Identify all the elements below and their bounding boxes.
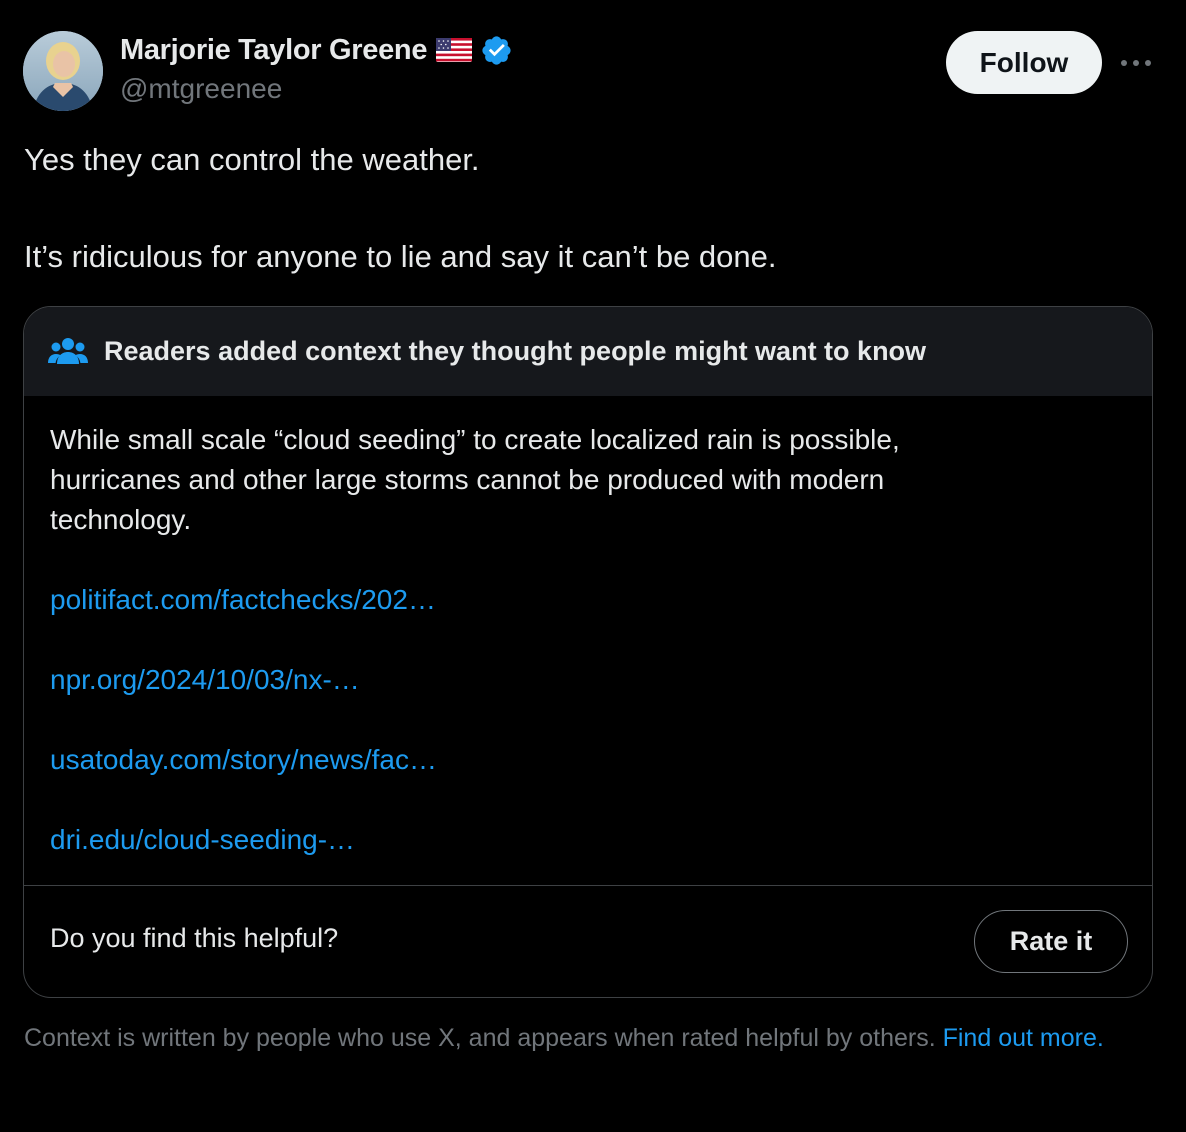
more-horizontal-icon (1121, 60, 1151, 66)
rate-it-button[interactable]: Rate it (974, 910, 1128, 973)
community-note-card: Readers added context they thought peopl… (23, 306, 1153, 998)
avatar[interactable] (23, 31, 103, 111)
tweet: Marjorie Taylor Greene @mtgreenee Follow… (0, 0, 1186, 1132)
author-name-row: Marjorie Taylor Greene (120, 30, 513, 70)
community-note-text: While small scale “cloud seeding” to cre… (50, 424, 900, 535)
helpful-question: Do you find this helpful? (50, 923, 339, 953)
community-note-disclaimer: Context is written by people who use X, … (24, 1022, 1144, 1055)
community-note-title: Readers added context they thought peopl… (104, 336, 927, 366)
source-link-usatoday[interactable]: usatoday.com/story/news/fac… (50, 740, 1126, 780)
author-display-name[interactable]: Marjorie Taylor Greene (120, 34, 427, 67)
people-icon (48, 336, 88, 368)
find-out-more-link[interactable]: Find out more. (943, 1024, 1104, 1052)
more-options-button[interactable] (1118, 48, 1154, 78)
community-note-links: politifact.com/factchecks/202… npr.org/2… (50, 580, 1126, 860)
flag-usa-icon (436, 38, 473, 62)
community-note-header: Readers added context they thought peopl… (24, 307, 1152, 396)
avatar-image (23, 31, 103, 111)
source-link-npr[interactable]: npr.org/2024/10/03/nx-… (50, 660, 1126, 700)
disclaimer-text: Context is written by people who use X, … (24, 1024, 943, 1052)
author-handle[interactable]: @mtgreenee (120, 73, 282, 105)
tweet-paragraph: Yes they can control the weather. (24, 142, 480, 177)
tweet-paragraph: It’s ridiculous for anyone to lie and sa… (24, 239, 777, 274)
tweet-text: Yes they can control the weather. It’s r… (24, 140, 1154, 277)
community-note-footer: Do you find this helpful? Rate it (24, 886, 1152, 997)
community-note-body: While small scale “cloud seeding” to cre… (24, 396, 1152, 885)
follow-button[interactable]: Follow (946, 31, 1102, 94)
source-link-dri[interactable]: dri.edu/cloud-seeding-… (50, 820, 1126, 860)
verified-badge-icon[interactable] (480, 34, 513, 67)
source-link-politifact[interactable]: politifact.com/factchecks/202… (50, 580, 1126, 620)
